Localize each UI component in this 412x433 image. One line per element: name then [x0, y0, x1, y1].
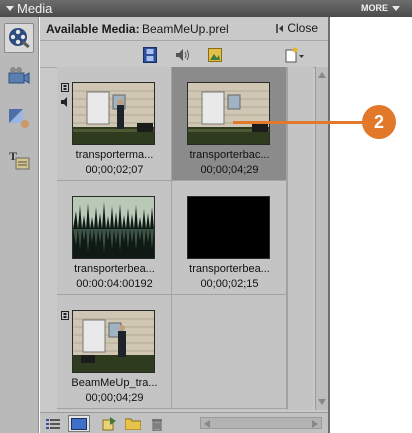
available-media-header: Available Media: BeamMeUp.prel Close [40, 17, 328, 41]
panel-title: Media [17, 1, 53, 16]
clip-thumbnail [72, 82, 155, 145]
rail-media-button[interactable] [4, 23, 34, 53]
media-filter-bar [40, 42, 328, 68]
speaker-icon [176, 49, 189, 61]
bottom-toolbar [40, 412, 328, 433]
collapse-triangle-icon[interactable] [6, 6, 14, 11]
clip-thumbnail [187, 82, 270, 145]
close-label: Close [287, 21, 318, 35]
camera-icon [8, 67, 30, 84]
effects-icon [9, 109, 29, 128]
clip-duration: 00;00;02;07 [85, 164, 144, 176]
icon-view-button[interactable] [68, 415, 90, 432]
show-stills-button[interactable] [206, 46, 224, 64]
more-menu-arrow-icon[interactable] [392, 6, 400, 11]
clip-name: transporterbac... [189, 149, 270, 161]
rail-capture-button[interactable] [4, 62, 34, 92]
filmstrip-icon [143, 47, 157, 63]
list-view-icon [46, 418, 60, 429]
rail-titles-button[interactable]: T [4, 145, 34, 175]
available-media-label: Available Media: [46, 22, 140, 36]
clip-thumbnail [72, 196, 155, 259]
grid-empty-column [287, 67, 313, 410]
delete-button[interactable] [148, 415, 166, 432]
folder-icon [125, 418, 141, 430]
media-panel: Available Media: BeamMeUp.prel Close tra… [40, 17, 330, 433]
app-root: Media MORE T Available Media: BeamMeUp.p… [0, 0, 412, 433]
media-reel-icon [9, 28, 30, 49]
house-scene-thumbnail [73, 311, 154, 372]
new-item-icon [285, 47, 304, 63]
clip-thumbnail [72, 310, 155, 373]
video-clip-icon [61, 83, 69, 92]
video-clip-icon [61, 311, 69, 320]
more-menu-button[interactable]: MORE [361, 0, 388, 17]
panel-titlebar: Media MORE [0, 0, 412, 17]
media-grid: transporterma... 00;00;02;07 transporter… [57, 67, 313, 410]
close-button[interactable]: Close [276, 21, 318, 35]
clip-name: BeamMeUp_tra... [71, 377, 158, 389]
tool-rail: T [0, 17, 39, 433]
media-item-selected[interactable]: transporterbac... 00;00;04;29 [172, 67, 287, 181]
project-filename: BeamMeUp.prel [142, 22, 229, 36]
media-item[interactable]: transporterma... 00;00;02;07 [57, 67, 172, 181]
vertical-scrollbar[interactable] [315, 67, 328, 410]
new-folder-button[interactable] [124, 415, 142, 432]
close-arrow-icon [276, 23, 284, 33]
callout-number-badge: 2 [362, 105, 396, 139]
clip-duration: 00;00;02;15 [200, 278, 259, 290]
still-image-icon [208, 48, 222, 62]
list-view-button[interactable] [44, 415, 62, 432]
icon-view-icon [71, 417, 87, 430]
scroll-right-arrow-icon[interactable] [312, 420, 318, 428]
clip-duration: 00;00;04;29 [85, 392, 144, 404]
import-button[interactable] [100, 415, 118, 432]
show-video-button[interactable] [141, 46, 159, 64]
clip-name: transporterbea... [74, 263, 155, 275]
audio-clip-icon [61, 97, 67, 107]
clip-name: transporterma... [75, 149, 154, 161]
horizontal-scrollbar[interactable] [200, 417, 322, 429]
audio-waveform-thumbnail [73, 197, 154, 258]
house-scene-thumbnail [188, 83, 269, 144]
scroll-left-arrow-icon[interactable] [204, 420, 210, 428]
titles-icon: T [9, 149, 30, 170]
media-item[interactable]: transporterbea... 00;00;02;15 [172, 181, 287, 295]
scroll-up-arrow-icon[interactable] [317, 70, 327, 80]
empty-grid-cell [172, 295, 287, 409]
clip-duration: 00;00;04;29 [200, 164, 259, 176]
media-item[interactable]: transporterbea... 00:00:04:00192 [57, 181, 172, 295]
new-item-menu-button[interactable] [284, 46, 306, 64]
black-clip-thumbnail [187, 196, 270, 259]
scroll-down-arrow-icon[interactable] [317, 397, 327, 407]
media-item[interactable]: BeamMeUp_tra... 00;00;04;29 [57, 295, 172, 409]
show-audio-button[interactable] [174, 46, 192, 64]
house-scene-thumbnail [73, 83, 154, 144]
clip-name: transporterbea... [189, 263, 270, 275]
callout-line [233, 121, 363, 124]
trash-icon [152, 418, 162, 431]
clip-duration: 00:00:04:00192 [76, 278, 153, 290]
import-icon [102, 416, 116, 430]
rail-effects-button[interactable] [4, 103, 34, 133]
